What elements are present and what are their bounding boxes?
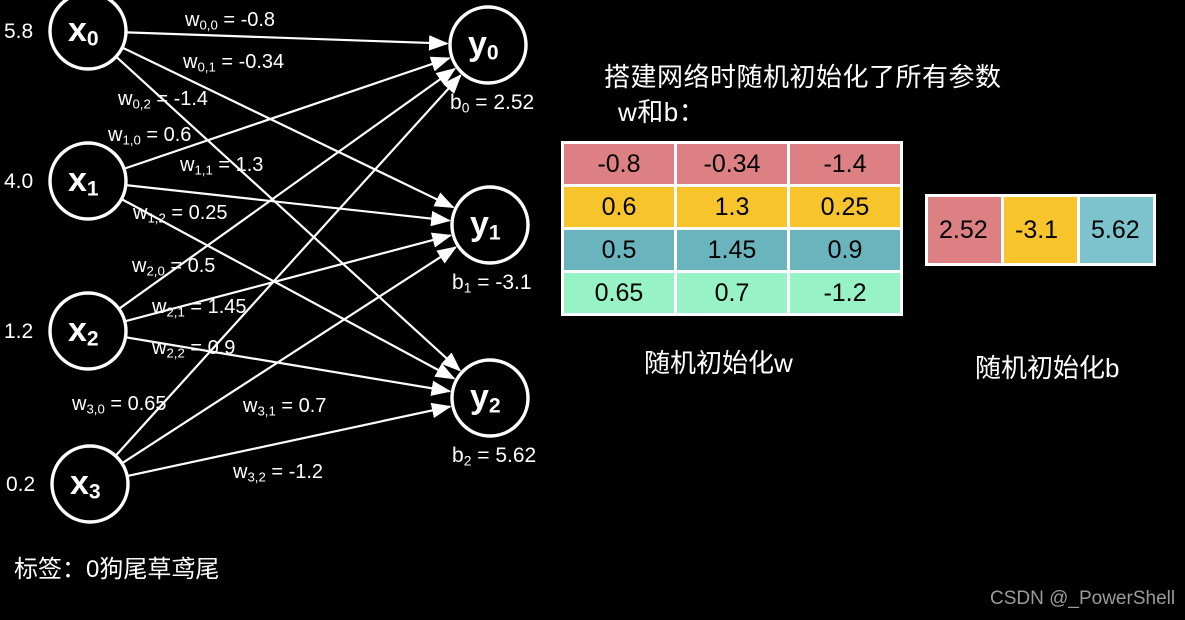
- edge-x1-y0: [124, 56, 451, 170]
- weight-cell-3-1: 0.7: [677, 273, 787, 313]
- weight-label-w02: w0,2 = -1.4: [118, 88, 209, 112]
- weight-cell-2-1: 1.45: [677, 230, 787, 270]
- weight-cell-0-1: -0.34: [677, 144, 787, 184]
- input-value-x1: 4.0: [4, 170, 34, 193]
- weight-label-w30: w3,0 = 0.65: [72, 393, 167, 417]
- slide-canvas: x0 5.8 x1 4.0 x2 1.2 x3 0.2 y0 b0 = 2.52 y1 b1 = -3…: [0, 0, 1185, 620]
- weight-label-w12: w1,2 = 0.25: [133, 202, 228, 226]
- input-value-x0: 5.8: [4, 20, 34, 43]
- table-row: 0.6 1.3 0.25: [564, 187, 900, 227]
- panel-heading-line2: w和b：: [618, 97, 706, 128]
- node-label-x0: x0: [68, 11, 99, 51]
- weight-label-w01: w0,1 = -0.34: [183, 51, 285, 75]
- weight-cell-1-1: 1.3: [677, 187, 787, 227]
- weight-matrix-caption: 随机初始化w: [644, 348, 793, 378]
- edge-x0-y0: [126, 31, 449, 51]
- bias-cell-1: -3.1: [1004, 197, 1077, 263]
- weight-cell-1-0: 0.6: [564, 187, 674, 227]
- watermark: CSDN @_PowerShell: [990, 588, 1176, 609]
- node-label-y1: y1: [470, 205, 501, 245]
- weight-cell-3-2: -1.2: [790, 273, 900, 313]
- table-row: -0.8 -0.34 -1.4: [564, 144, 900, 184]
- weight-label-w32: w3,2 = -1.2: [233, 461, 324, 485]
- weight-cell-1-2: 0.25: [790, 187, 900, 227]
- weight-cell-3-0: 0.65: [564, 273, 674, 313]
- node-label-y2: y2: [470, 378, 501, 418]
- weight-label-w00: w0,0 = -0.8: [185, 9, 276, 33]
- bias-cell-2: 5.62: [1080, 197, 1153, 263]
- input-value-x3: 0.2: [6, 473, 36, 496]
- weight-label-w20: w2,0 = 0.5: [132, 255, 216, 279]
- bias-label-y1: b1 = -3.1: [452, 271, 532, 296]
- weight-label-w11: w1,1 = 1.3: [180, 154, 264, 178]
- weight-label-w31: w3,1 = 0.7: [243, 395, 327, 419]
- panel-heading: 搭建网络时随机初始化了所有参数 w和b：: [604, 60, 1002, 130]
- node-label-x2: x2: [68, 311, 99, 351]
- weight-cell-0-0: -0.8: [564, 144, 674, 184]
- weight-cell-2-2: 0.9: [790, 230, 900, 270]
- weight-cell-2-0: 0.5: [564, 230, 674, 270]
- bias-matrix-row: 2.52 -3.1 5.62: [928, 197, 1153, 263]
- bias-label-y2: b2 = 5.62: [452, 444, 537, 469]
- bias-label-y0: b0 = 2.52: [450, 91, 535, 116]
- weight-matrix-table: -0.8 -0.34 -1.4 0.6 1.3 0.25 0.5 1.45 0.9 0.65 0.7…: [561, 141, 903, 316]
- node-label-x1: x1: [68, 161, 99, 201]
- weight-label-w21: w2,1 = 1.45: [152, 296, 247, 320]
- weight-label-w22: w2,2 = 0.9: [152, 337, 236, 361]
- panel-heading-line1: 搭建网络时随机初始化了所有参数: [604, 62, 1002, 92]
- table-row: 0.65 0.7 -1.2: [564, 273, 900, 313]
- node-label-y0: y0: [468, 25, 499, 65]
- bias-cell-0: 2.52: [928, 197, 1001, 263]
- input-value-x2: 1.2: [4, 320, 34, 343]
- ground-truth-label: 标签：0狗尾草鸢尾: [14, 556, 220, 583]
- bias-matrix-table: 2.52 -3.1 5.62: [925, 194, 1156, 266]
- bias-matrix-caption: 随机初始化b: [975, 353, 1120, 383]
- weight-cell-0-2: -1.4: [790, 144, 900, 184]
- weight-label-w10: w1,0 = 0.6: [108, 124, 192, 148]
- table-row: 0.5 1.45 0.9: [564, 230, 900, 270]
- node-label-x3: x3: [70, 464, 101, 504]
